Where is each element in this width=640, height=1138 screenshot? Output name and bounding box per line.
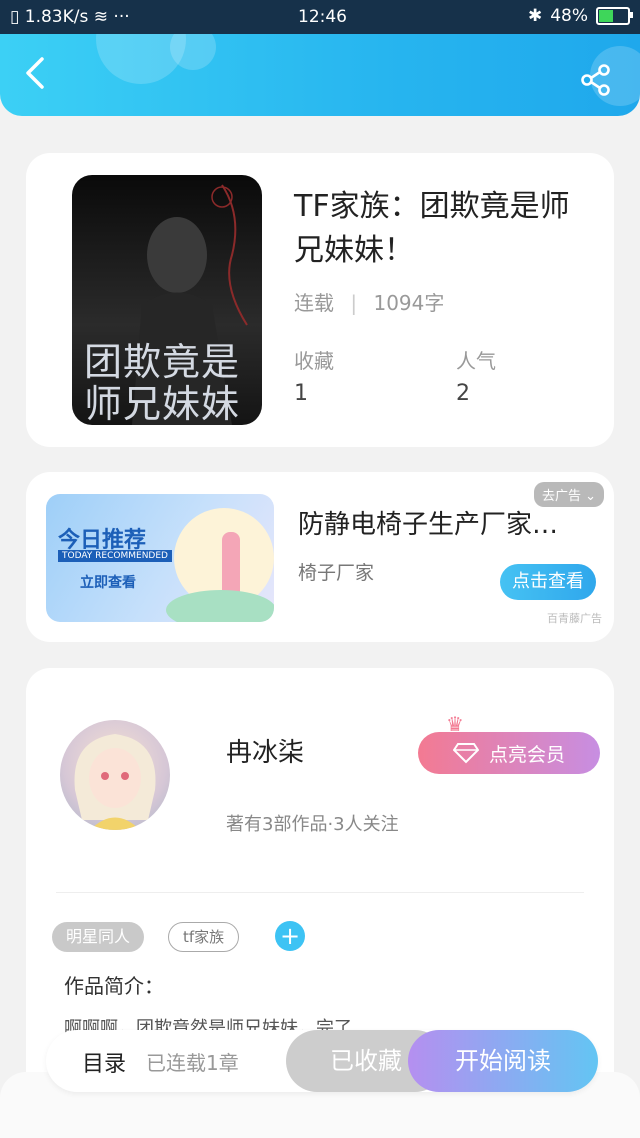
start-reading-button[interactable]: 开始阅读 xyxy=(408,1030,598,1092)
author-info: 著有3部作品·3人关注 xyxy=(226,814,399,835)
chapter-progress: 已连载1章 xyxy=(146,1051,239,1075)
battery-percent: 48% xyxy=(550,6,588,26)
avatar-illustration xyxy=(74,734,156,830)
battery-icon xyxy=(596,7,633,25)
remove-ad-label: 去广告 xyxy=(541,489,581,504)
chevron-down-icon: ⌄ xyxy=(585,489,596,504)
bottom-action-bar: 目录 已连载1章 已收藏 开始阅读 xyxy=(46,1030,598,1092)
ad-image-girl xyxy=(222,532,240,594)
status-bar: ▯ 1.83K/s ≋ ··· 12:46 ✱ 48% xyxy=(0,0,640,34)
status-right: ✱ 48% xyxy=(527,6,633,26)
ad-source: 百青藤广告 xyxy=(547,612,602,625)
vip-button[interactable]: 点亮会员 xyxy=(418,732,600,774)
toc-button[interactable]: 目录 xyxy=(82,1046,126,1078)
avatar[interactable] xyxy=(60,720,170,830)
book-card[interactable]: 团欺竟是师兄妹妹 TF家族：团欺竟是师兄妹妹！ 连载 | 1094字 收藏 1 … xyxy=(26,153,614,447)
favorites-value: 1 xyxy=(294,381,308,406)
book-meta: 连载 | 1094字 xyxy=(294,287,444,316)
ad-image[interactable]: 今日推荐 TODAY RECOMMENDED 立即查看 xyxy=(46,494,274,622)
bluetooth-icon: ✱ xyxy=(527,6,543,26)
plus-icon: + xyxy=(279,922,301,950)
share-icon xyxy=(581,64,610,96)
ad-image-bush xyxy=(166,590,274,622)
book-cover[interactable]: 团欺竟是师兄妹妹 xyxy=(72,175,262,425)
vip-label: 点亮会员 xyxy=(488,743,565,766)
ad-subtitle: 椅子厂家 xyxy=(298,562,375,584)
status-left: ▯ 1.83K/s ≋ ··· xyxy=(10,7,130,27)
ad-image-cta: 立即查看 xyxy=(80,575,136,591)
chevron-left-icon xyxy=(26,57,44,89)
ad-title: 防静电椅子生产厂家… xyxy=(298,510,559,540)
battery-fill xyxy=(599,10,614,22)
ad-card[interactable]: 今日推荐 TODAY RECOMMENDED 立即查看 去广告 ⌄ 防静电椅子生… xyxy=(26,472,614,642)
book-title: TF家族：团欺竟是师兄妹妹！ xyxy=(294,189,570,268)
tag-celebrity-fanfic[interactable]: 明星同人 xyxy=(52,922,145,952)
intro-label: 作品简介： xyxy=(64,974,164,998)
status-time: 12:46 xyxy=(298,7,347,27)
top-header xyxy=(0,34,640,116)
ad-view-button[interactable]: 点击查看 xyxy=(500,564,596,600)
diamond-icon xyxy=(452,743,479,764)
favorites-label: 收藏 xyxy=(294,349,334,373)
tag-tf-family[interactable]: tf家族 xyxy=(168,922,240,952)
share-button[interactable] xyxy=(580,64,614,98)
divider xyxy=(56,892,584,893)
network-speed: 1.83K/s xyxy=(24,7,89,27)
cover-title-text: 团欺竟是师兄妹妹 xyxy=(84,340,241,425)
book-word-count: 1094字 xyxy=(373,291,445,315)
popularity-label: 人气 xyxy=(456,349,496,373)
meta-divider: | xyxy=(350,291,358,315)
add-tag-button[interactable]: + xyxy=(275,921,305,951)
ad-image-subtitle: TODAY RECOMMENDED xyxy=(58,550,172,562)
popularity-value: 2 xyxy=(456,381,470,406)
author-name[interactable]: 冉冰柒 xyxy=(226,732,304,769)
book-status: 连载 xyxy=(294,291,334,315)
back-button[interactable] xyxy=(24,56,50,94)
